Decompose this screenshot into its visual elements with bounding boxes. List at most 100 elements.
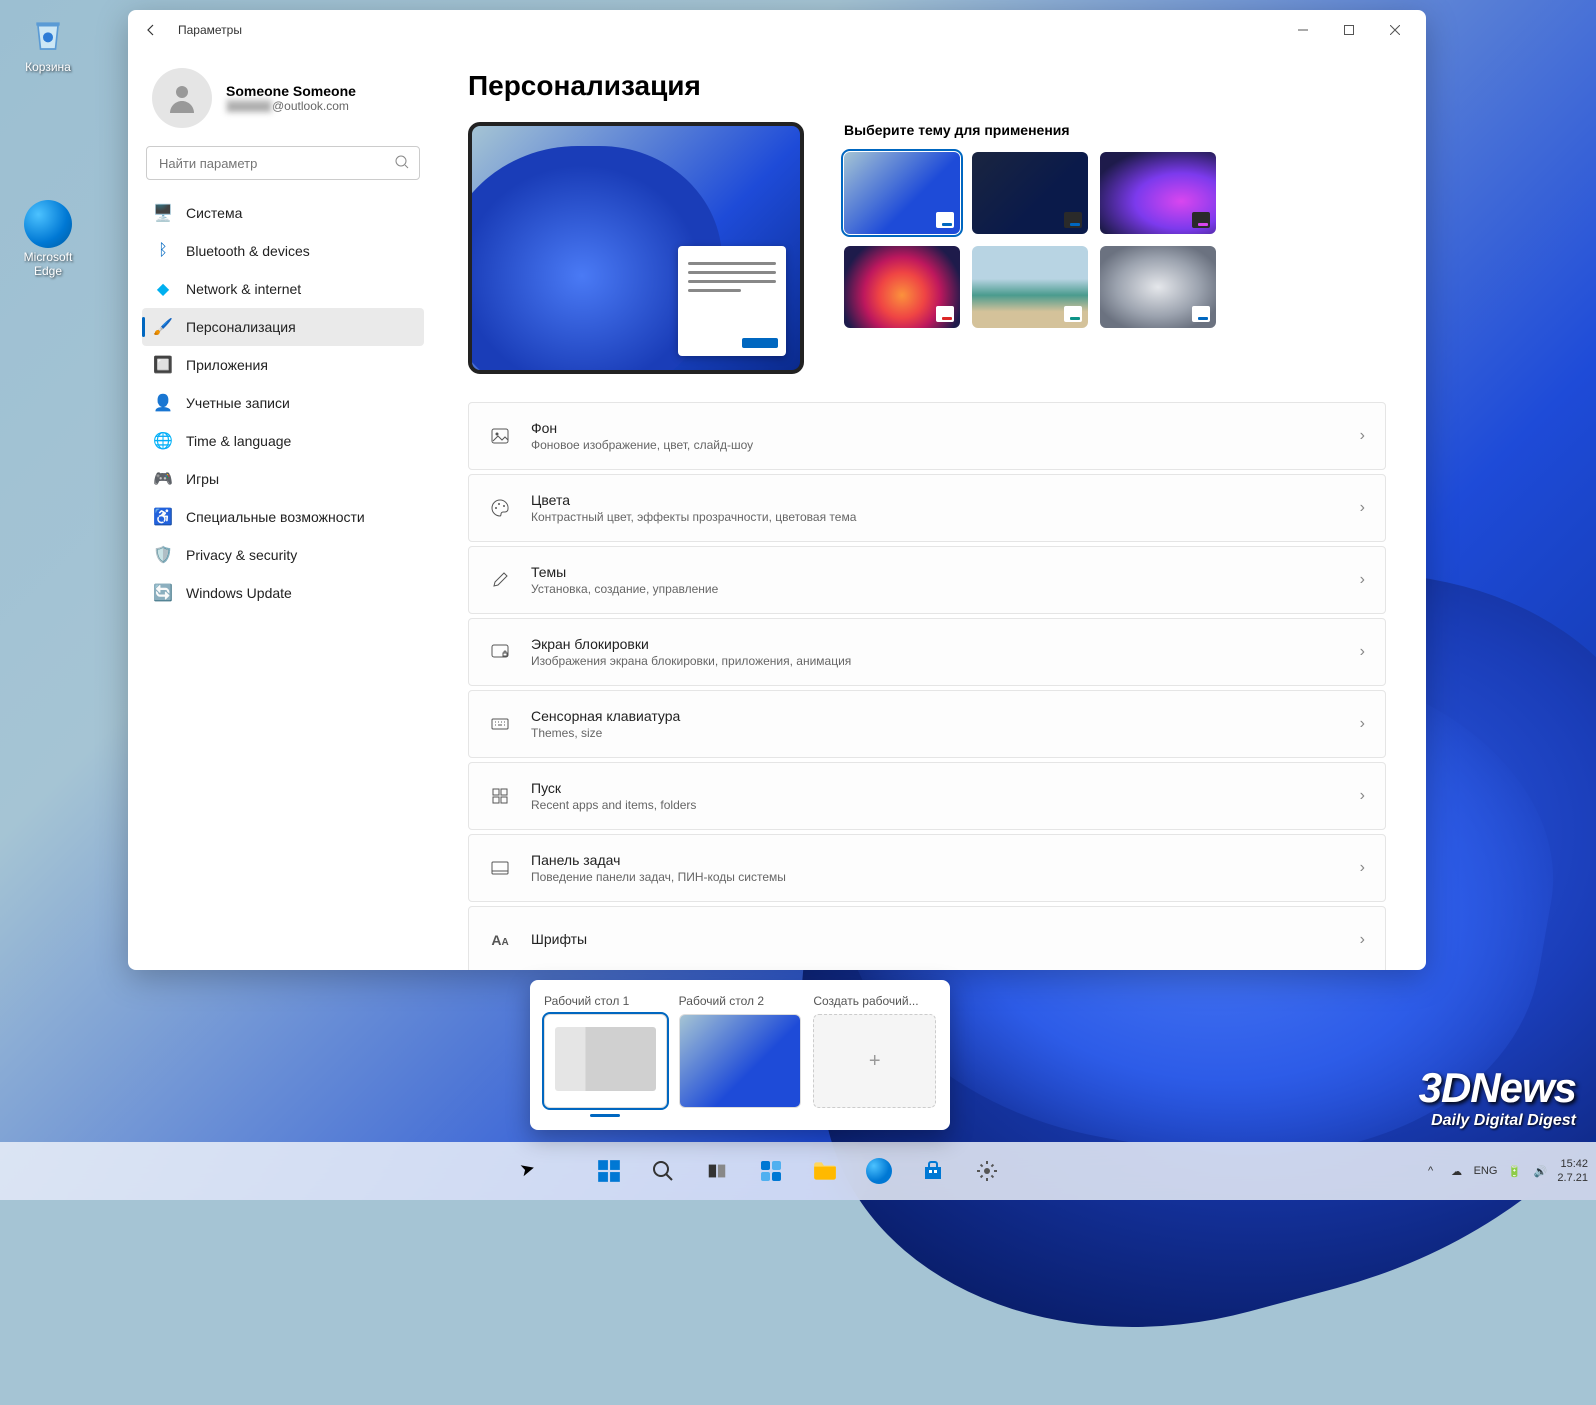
- explorer-button[interactable]: [801, 1147, 849, 1195]
- setting-fonts[interactable]: AA Шрифты ›: [468, 906, 1386, 970]
- desktop-preview: [468, 122, 804, 374]
- desktop-thumbnail: [679, 1014, 802, 1108]
- theme-tile-2[interactable]: [972, 152, 1088, 234]
- new-desktop-thumbnail: +: [813, 1014, 936, 1108]
- time-icon: 🌐: [154, 432, 172, 450]
- start-button[interactable]: [585, 1147, 633, 1195]
- search-icon: [650, 1158, 676, 1184]
- taskview-button[interactable]: [693, 1147, 741, 1195]
- gaming-icon: 🎮: [154, 470, 172, 488]
- lockscreen-icon: [489, 641, 511, 663]
- taskview-icon: [704, 1158, 730, 1184]
- search-button[interactable]: [639, 1147, 687, 1195]
- chevron-up-icon[interactable]: ^: [1422, 1162, 1440, 1180]
- store-icon: [920, 1158, 946, 1184]
- nav-privacy[interactable]: 🛡️Privacy & security: [142, 536, 424, 574]
- theme-tile-6[interactable]: [1100, 246, 1216, 328]
- desktop-icon-recycle-bin[interactable]: Корзина: [10, 10, 86, 74]
- desktop-icon-label: Microsoft Edge: [10, 250, 86, 278]
- image-icon: [489, 425, 511, 447]
- accessibility-icon: ♿: [154, 508, 172, 526]
- settings-window: Параметры Someone Someone xxxxxxx@outloo…: [128, 10, 1426, 970]
- chevron-right-icon: ›: [1360, 499, 1365, 517]
- chevron-right-icon: ›: [1360, 787, 1365, 805]
- page-title: Персонализация: [468, 70, 1386, 102]
- close-button[interactable]: [1372, 14, 1418, 46]
- nav-update[interactable]: 🔄Windows Update: [142, 574, 424, 612]
- new-desktop-button[interactable]: Создать рабочий... +: [813, 994, 936, 1116]
- account-email: xxxxxxx@outlook.com: [226, 99, 356, 113]
- nav-gaming[interactable]: 🎮Игры: [142, 460, 424, 498]
- privacy-icon: 🛡️: [154, 546, 172, 564]
- setting-start[interactable]: ПускRecent apps and items, folders ›: [468, 762, 1386, 830]
- taskbar-icon: [489, 857, 511, 879]
- theme-tile-3[interactable]: [1100, 152, 1216, 234]
- edge-icon: [24, 200, 72, 248]
- accounts-icon: 👤: [154, 394, 172, 412]
- theme-header: Выберите тему для применения: [844, 122, 1216, 138]
- start-icon: [489, 785, 511, 807]
- setting-taskbar[interactable]: Панель задачПоведение панели задач, ПИН-…: [468, 834, 1386, 902]
- minimize-button[interactable]: [1280, 14, 1326, 46]
- desktop-icon-edge[interactable]: Microsoft Edge: [10, 200, 86, 278]
- setting-themes[interactable]: ТемыУстановка, создание, управление ›: [468, 546, 1386, 614]
- fonts-icon: AA: [489, 929, 511, 951]
- account-name: Someone Someone: [226, 83, 356, 99]
- watermark: 3DNews Daily Digital Digest: [1419, 1064, 1576, 1130]
- battery-icon[interactable]: 🔋: [1505, 1162, 1523, 1180]
- edge-icon: [866, 1158, 892, 1184]
- clock[interactable]: 15:42 2.7.21: [1557, 1157, 1588, 1186]
- widgets-button[interactable]: [747, 1147, 795, 1195]
- plus-icon: +: [869, 1050, 881, 1073]
- volume-icon[interactable]: 🔊: [1531, 1162, 1549, 1180]
- theme-tile-1[interactable]: [844, 152, 960, 234]
- nav-accounts[interactable]: 👤Учетные записи: [142, 384, 424, 422]
- nav-system[interactable]: 🖥️Система: [142, 194, 424, 232]
- system-tray[interactable]: ^ ☁ ENG 🔋 🔊 15:42 2.7.21: [1422, 1157, 1588, 1186]
- apps-icon: 🔲: [154, 356, 172, 374]
- search-icon: [394, 154, 410, 175]
- setting-touch-keyboard[interactable]: Сенсорная клавиатураThemes, size ›: [468, 690, 1386, 758]
- settings-button[interactable]: [963, 1147, 1011, 1195]
- nav-network[interactable]: ◆Network & internet: [142, 270, 424, 308]
- virtual-desktop-2[interactable]: Рабочий стол 2: [679, 994, 802, 1116]
- store-button[interactable]: [909, 1147, 957, 1195]
- bluetooth-icon: ᛒ: [154, 242, 172, 260]
- onedrive-icon[interactable]: ☁: [1448, 1162, 1466, 1180]
- folder-icon: [812, 1158, 838, 1184]
- theme-tile-4[interactable]: [844, 246, 960, 328]
- theme-grid: [844, 152, 1216, 328]
- setting-background[interactable]: ФонФоновое изображение, цвет, слайд-шоу …: [468, 402, 1386, 470]
- language-indicator[interactable]: ENG: [1474, 1165, 1498, 1177]
- search-box: [146, 146, 420, 180]
- nav-apps[interactable]: 🔲Приложения: [142, 346, 424, 384]
- desktop-thumbnail: [544, 1014, 667, 1108]
- search-input[interactable]: [146, 146, 420, 180]
- desktop-icon-label: Корзина: [10, 60, 86, 74]
- nav-personalization[interactable]: 🖌️Персонализация: [142, 308, 424, 346]
- system-icon: 🖥️: [154, 204, 172, 222]
- theme-tile-5[interactable]: [972, 246, 1088, 328]
- back-button[interactable]: [136, 15, 166, 45]
- chevron-right-icon: ›: [1360, 931, 1365, 949]
- widgets-icon: [758, 1158, 784, 1184]
- keyboard-icon: [489, 713, 511, 735]
- virtual-desktop-1[interactable]: Рабочий стол 1: [544, 994, 667, 1116]
- recycle-bin-icon: [24, 10, 72, 58]
- network-icon: ◆: [154, 280, 172, 298]
- task-view-popup: Рабочий стол 1 Рабочий стол 2 Создать ра…: [530, 980, 950, 1130]
- nav-time[interactable]: 🌐Time & language: [142, 422, 424, 460]
- setting-lockscreen[interactable]: Экран блокировкиИзображения экрана блоки…: [468, 618, 1386, 686]
- chevron-right-icon: ›: [1360, 571, 1365, 589]
- gear-icon: [974, 1158, 1000, 1184]
- nav-accessibility[interactable]: ♿Специальные возможности: [142, 498, 424, 536]
- nav-bluetooth[interactable]: ᛒBluetooth & devices: [142, 232, 424, 270]
- chevron-right-icon: ›: [1360, 427, 1365, 445]
- titlebar: Параметры: [128, 10, 1426, 50]
- account-block[interactable]: Someone Someone xxxxxxx@outlook.com: [152, 68, 424, 128]
- sidebar: Someone Someone xxxxxxx@outlook.com 🖥️Си…: [128, 50, 438, 970]
- maximize-button[interactable]: [1326, 14, 1372, 46]
- window-title: Параметры: [178, 23, 242, 37]
- edge-button[interactable]: [855, 1147, 903, 1195]
- setting-colors[interactable]: ЦветаКонтрастный цвет, эффекты прозрачно…: [468, 474, 1386, 542]
